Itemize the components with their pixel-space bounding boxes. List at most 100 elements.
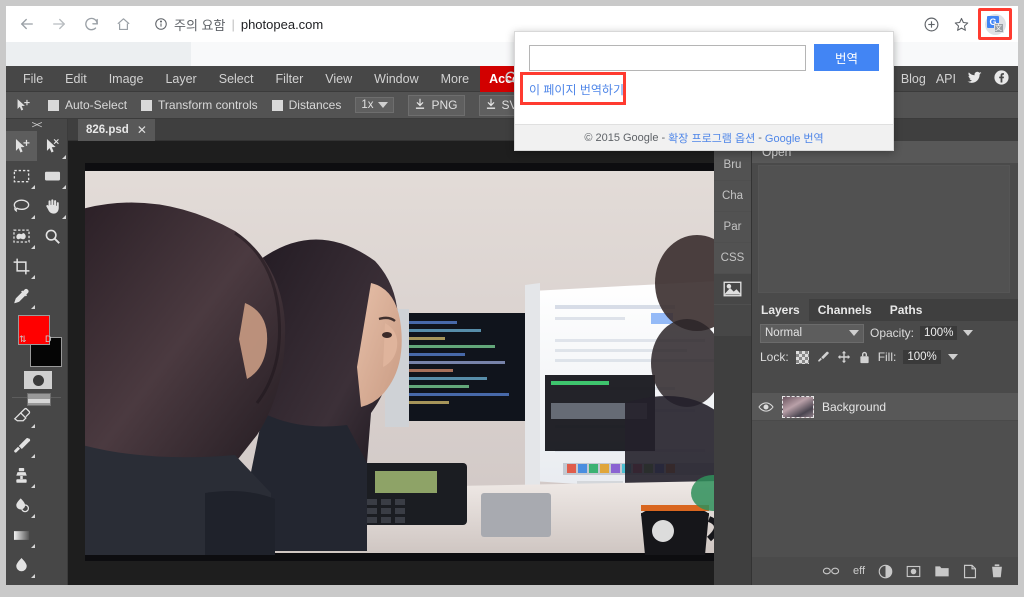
canvas-area[interactable] xyxy=(68,141,719,585)
rectangle-tool[interactable] xyxy=(37,161,68,191)
layer-mask-icon[interactable] xyxy=(906,564,921,579)
layer-thumbnail[interactable] xyxy=(782,395,814,418)
dodge-tool[interactable] xyxy=(6,580,37,585)
translate-popup-footer: © 2015 Google - 확장 프로그램 옵션 - Google 번역 xyxy=(515,124,893,150)
lock-image-brush-icon[interactable] xyxy=(816,350,830,364)
vtab-brushes[interactable]: Bru xyxy=(714,150,751,181)
close-icon[interactable]: ✕ xyxy=(137,123,147,137)
document-tab[interactable]: 826.psd ✕ xyxy=(78,119,155,141)
facebook-icon[interactable] xyxy=(993,69,1010,89)
rectangular-marquee-tool[interactable] xyxy=(6,161,37,191)
auto-select-option[interactable]: Auto-Select xyxy=(48,98,127,112)
right-docks: Pro Bru Cha Par CSS History xyxy=(714,119,1018,585)
clone-stamp-tool[interactable] xyxy=(6,460,37,490)
translate-button[interactable]: 번역 xyxy=(814,44,879,71)
layers-list[interactable]: Background xyxy=(752,393,1018,557)
reload-icon[interactable] xyxy=(76,9,106,39)
quick-mask-icon[interactable] xyxy=(24,371,52,389)
tool-expand-corner xyxy=(31,185,35,189)
menu-view[interactable]: View xyxy=(314,66,363,92)
lock-transparency-checker-icon[interactable] xyxy=(795,350,809,364)
translate-this-page-link[interactable]: 이 페이지 번역하기 xyxy=(529,80,624,99)
star-icon[interactable] xyxy=(948,11,974,37)
footer-product-link[interactable]: Google 번역 xyxy=(765,130,824,146)
tab-channels[interactable]: Channels xyxy=(809,299,881,321)
layer-lock-row: Lock: Fill: 100% xyxy=(752,345,1018,369)
adjustment-layer-icon[interactable] xyxy=(878,564,893,579)
fill-value[interactable]: 100% xyxy=(903,350,941,364)
hand-tool[interactable] xyxy=(37,191,68,221)
transform-controls-checkbox[interactable] xyxy=(141,99,153,111)
layer-effects-icon[interactable]: eff xyxy=(853,565,865,577)
eraser-tool[interactable] xyxy=(6,400,37,430)
delete-layer-icon[interactable] xyxy=(990,563,1004,579)
link-blog[interactable]: Blog xyxy=(901,72,926,86)
distances-checkbox[interactable] xyxy=(271,99,283,111)
default-colors-icon[interactable]: D xyxy=(45,334,52,344)
home-icon[interactable] xyxy=(108,9,138,39)
lasso-tool[interactable] xyxy=(6,191,37,221)
share-circle-icon[interactable] xyxy=(918,11,944,37)
swap-colors-icon[interactable]: ⇅ xyxy=(19,334,27,345)
eyedropper-tool[interactable] xyxy=(6,281,37,311)
translate-input[interactable] xyxy=(529,44,806,71)
extension-button-wrapper[interactable]: G 文 xyxy=(978,8,1012,40)
menu-edit[interactable]: Edit xyxy=(54,66,98,92)
menu-more[interactable]: More xyxy=(430,66,480,92)
vtab-css[interactable]: CSS xyxy=(714,243,751,274)
tool-expand-corner xyxy=(31,514,35,518)
blur-tool[interactable] xyxy=(6,550,37,580)
menu-layer[interactable]: Layer xyxy=(154,66,207,92)
toolbar-grip[interactable]: >< xyxy=(6,119,67,131)
new-group-icon[interactable] xyxy=(934,564,950,578)
eye-icon[interactable] xyxy=(758,401,774,413)
layer-row-background[interactable]: Background xyxy=(752,393,1018,421)
opacity-chevron-down-icon[interactable] xyxy=(963,330,974,336)
back-icon[interactable] xyxy=(12,9,42,39)
auto-select-checkbox[interactable] xyxy=(48,99,59,111)
fill-label: Fill: xyxy=(877,350,897,364)
fill-chevron-down-icon[interactable] xyxy=(947,354,958,360)
distances-option[interactable]: Distances xyxy=(271,98,342,112)
tool-expand-corner xyxy=(31,275,35,279)
transform-controls-option[interactable]: Transform controls xyxy=(141,98,258,112)
move-tool[interactable] xyxy=(6,131,37,161)
twitter-icon[interactable] xyxy=(966,69,983,89)
color-swatches: ⇅ D xyxy=(6,311,68,406)
browser-actions: G 文 xyxy=(918,8,1018,40)
google-translate-extension-icon[interactable]: G 文 xyxy=(984,13,1006,35)
image-icon[interactable] xyxy=(714,274,751,305)
menu-window[interactable]: Window xyxy=(363,66,429,92)
download-png-button[interactable]: PNG xyxy=(408,94,465,116)
menu-file[interactable]: File xyxy=(12,66,54,92)
tab-paths[interactable]: Paths xyxy=(881,299,932,321)
opacity-value[interactable]: 100% xyxy=(920,326,958,340)
new-layer-icon[interactable] xyxy=(963,564,977,579)
canvas-image[interactable] xyxy=(85,163,719,561)
zoom-tool[interactable] xyxy=(37,221,68,251)
move-tool-icon[interactable] xyxy=(14,97,34,114)
menu-filter[interactable]: Filter xyxy=(264,66,314,92)
forward-icon[interactable] xyxy=(44,9,74,39)
tab-layers[interactable]: Layers xyxy=(752,299,809,321)
vtab-character[interactable]: Cha xyxy=(714,181,751,212)
lock-position-move-icon[interactable] xyxy=(837,350,851,364)
menu-select[interactable]: Select xyxy=(208,66,265,92)
menu-image[interactable]: Image xyxy=(98,66,155,92)
distances-label: Distances xyxy=(288,98,342,112)
spot-healing-tool[interactable] xyxy=(6,490,37,520)
blend-mode-select[interactable]: Normal xyxy=(760,323,864,343)
layer-name-background: Background xyxy=(822,399,887,414)
gradient-tool[interactable] xyxy=(6,520,37,550)
lock-all-lock-icon[interactable] xyxy=(858,350,871,365)
brush-tool[interactable] xyxy=(6,430,37,460)
link-api[interactable]: API xyxy=(936,72,956,86)
object-selection-tool[interactable] xyxy=(6,221,37,251)
vtab-paragraph[interactable]: Par xyxy=(714,212,751,243)
link-layers-icon[interactable] xyxy=(822,566,840,576)
footer-options-link[interactable]: 확장 프로그램 옵션 xyxy=(668,130,755,146)
zoom-level-select[interactable]: 1x xyxy=(355,97,395,113)
direct-select-tool[interactable] xyxy=(37,131,68,161)
history-list-body[interactable] xyxy=(758,165,1010,293)
crop-tool[interactable] xyxy=(6,251,37,281)
